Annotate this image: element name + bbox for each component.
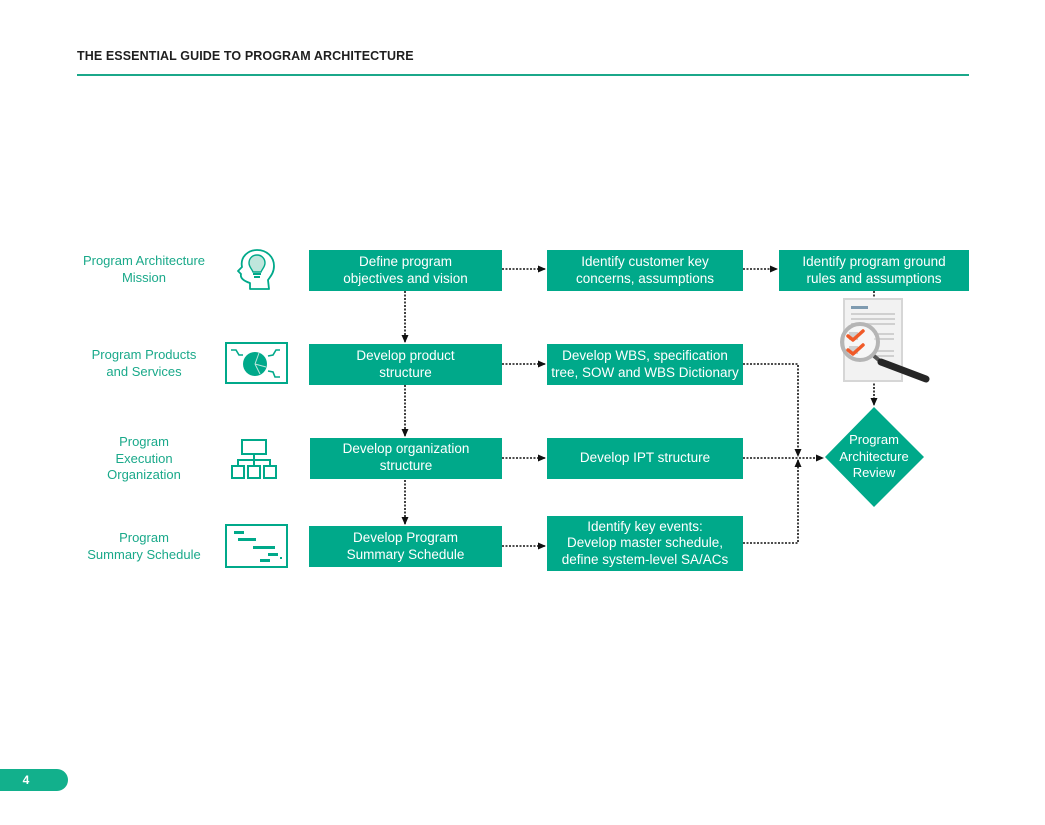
org-chart-icon xyxy=(231,439,277,479)
step-identify-key-events: Identify key events: Develop master sched… xyxy=(547,516,743,571)
page-number: 4 xyxy=(22,773,30,787)
step-identify-customer-concerns: Identify customer key concerns, assumptio… xyxy=(547,250,743,291)
step-develop-wbs: Develop WBS, specification tree, SOW and … xyxy=(547,344,743,385)
row-label-schedule: Program Summary Schedule xyxy=(87,530,201,562)
step-define-objectives: Define program objectives and vision xyxy=(309,250,502,291)
connector-wbs-to-bus xyxy=(743,363,802,457)
step-develop-product-structure: Develop product structure xyxy=(309,344,502,385)
connector-layer xyxy=(401,265,924,550)
step-develop-ipt-structure: Develop IPT structure xyxy=(547,438,743,479)
step-develop-summary-schedule: Develop Program Summary Schedule xyxy=(309,526,502,567)
head-lightbulb-icon xyxy=(237,249,275,290)
row-label-products: Program Products and Services xyxy=(91,347,197,379)
row-label-mission: Program Architecture Mission xyxy=(82,253,206,285)
step-develop-organization-structure: Develop organization structure xyxy=(310,438,502,479)
gantt-schedule-icon xyxy=(225,524,288,568)
row-label-organization: Program Execution Organization xyxy=(107,434,181,482)
pie-chart-presentation-icon xyxy=(225,342,288,384)
review-diamond-label: Program Architecture Review xyxy=(839,432,909,480)
step-identify-ground-rules: Identify program ground rules and assumpt… xyxy=(779,250,969,291)
document-magnifier-checklist-icon xyxy=(840,298,930,383)
connector-keyevents-to-bus xyxy=(743,459,802,544)
